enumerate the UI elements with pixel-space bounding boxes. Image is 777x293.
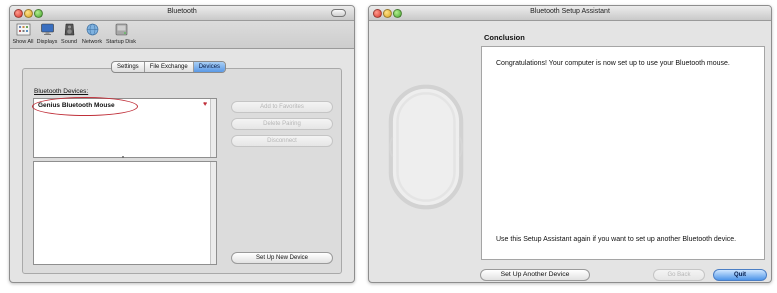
list-splitter-dot[interactable] <box>122 156 124 158</box>
toolbar-label: Startup Disk <box>106 39 136 45</box>
window-title: Bluetooth <box>167 8 197 15</box>
set-up-another-device-button[interactable]: Set Up Another Device <box>480 269 590 281</box>
sound-speaker-icon <box>64 23 74 36</box>
prefs-toolbar: Show All Displays Sound Network Startup … <box>10 21 354 49</box>
add-to-favorites-button[interactable]: Add to Favorites <box>231 101 333 113</box>
displays-icon <box>40 23 54 35</box>
mouse-outline-icon <box>388 84 464 210</box>
title-bar[interactable]: Bluetooth Setup Assistant <box>369 6 771 21</box>
device-highlight-oval <box>32 97 138 116</box>
toolbar-item-show-all[interactable]: Show All <box>12 23 34 45</box>
bluetooth-prefs-window: Bluetooth Show All Displays Sound Networ… <box>9 5 355 283</box>
toolbar-item-network[interactable]: Network <box>80 23 104 45</box>
title-bar[interactable]: Bluetooth <box>10 6 354 21</box>
list-scrollbar[interactable] <box>210 99 216 157</box>
toolbar-item-sound[interactable]: Sound <box>58 23 80 45</box>
toolbar-item-displays[interactable]: Displays <box>36 23 58 45</box>
heart-icon: ♥ <box>203 101 208 108</box>
setup-assistant-window: Bluetooth Setup Assistant Conclusion Con… <box>368 5 772 283</box>
toolbar-label: Show All <box>12 39 34 45</box>
set-up-new-device-button[interactable]: Set Up New Device <box>231 252 333 264</box>
network-globe-icon <box>86 23 98 36</box>
conclusion-message: Congratulations! Your computer is now se… <box>496 60 730 67</box>
tab-bar: Settings File Exchange Devices <box>111 61 227 73</box>
tab-settings[interactable]: Settings <box>112 62 145 72</box>
toolbar-item-startup-disk[interactable]: Startup Disk <box>106 23 136 45</box>
startup-disk-icon <box>115 23 127 36</box>
toolbar-label: Displays <box>36 39 58 45</box>
content-box: Congratulations! Your computer is now se… <box>481 46 765 260</box>
toolbar-label: Sound <box>61 39 77 45</box>
footer-note: Use this Setup Assistant again if you wa… <box>496 236 737 243</box>
info-scrollbar[interactable] <box>210 162 216 264</box>
show-all-grid-icon <box>16 23 30 36</box>
toolbar-label: Network <box>81 39 103 45</box>
delete-pairing-button[interactable]: Delete Pairing <box>231 118 333 130</box>
page-heading: Conclusion <box>484 33 525 42</box>
window-title: Bluetooth Setup Assistant <box>530 8 610 15</box>
device-info-pane <box>33 161 217 265</box>
disconnect-button[interactable]: Disconnect <box>231 135 333 147</box>
toolbar-toggle-button[interactable] <box>331 9 346 17</box>
devices-label: Bluetooth Devices: <box>34 88 89 95</box>
tab-devices[interactable]: Devices <box>193 62 226 72</box>
go-back-button[interactable]: Go Back <box>653 269 705 281</box>
tab-file-exchange[interactable]: File Exchange <box>145 62 194 72</box>
quit-button[interactable]: Quit <box>713 269 767 281</box>
